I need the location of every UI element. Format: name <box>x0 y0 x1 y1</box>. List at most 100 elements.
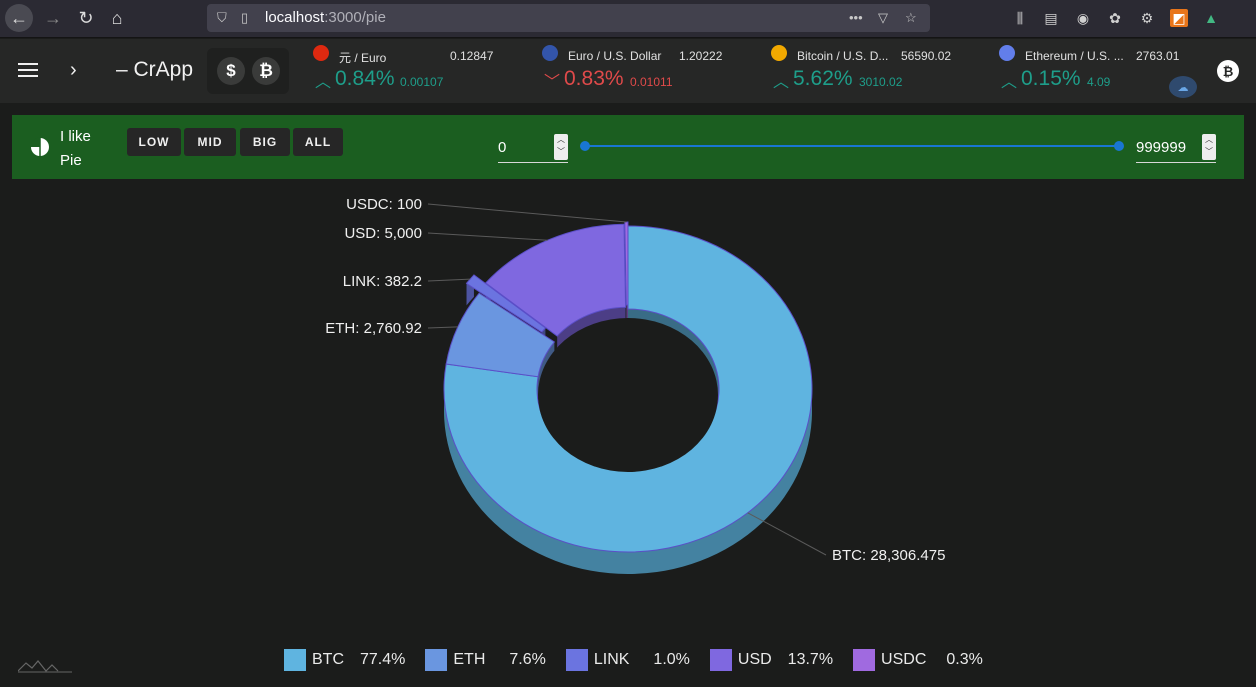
ticker-price: 2763.01 <box>1136 49 1180 63</box>
chart-logo-icon <box>18 660 72 673</box>
range-slider[interactable] <box>585 145 1119 147</box>
menu-icon[interactable] <box>18 63 38 77</box>
ticker-price: 1.20222 <box>679 49 723 63</box>
flag-icon <box>542 45 558 61</box>
legend-label: USD <box>737 651 772 668</box>
flag-icon <box>313 45 329 61</box>
shield-icon[interactable]: ⛉ <box>217 10 227 26</box>
arrow-up-icon: ︿ <box>773 74 790 91</box>
btc-coin-button[interactable]: ₿ <box>252 57 280 85</box>
cloud-icon[interactable]: ☁ <box>1169 76 1197 98</box>
url-bar[interactable]: ⛉ ▯ localhost:3000/pie ••• ▽ ☆ <box>207 4 930 32</box>
legend-swatch <box>853 649 876 671</box>
leader-line-link <box>427 278 471 282</box>
ticker-delta: 3010.02 <box>859 75 903 89</box>
extension-orange-icon[interactable]: ◩ <box>1170 9 1188 27</box>
slice-label-btc: BTC: 28,306.475 <box>832 547 945 564</box>
leader-line-eth <box>427 326 458 329</box>
legend-swatch <box>709 649 732 671</box>
leader-line-usdc <box>427 203 627 223</box>
min-value[interactable]: 0 <box>498 139 506 156</box>
ticker-pair: 元 / Euro <box>339 51 387 65</box>
arrow-up-icon: ︿ <box>315 74 332 91</box>
slider-min-handle[interactable] <box>580 141 590 151</box>
url-path: :3000/pie <box>324 9 386 26</box>
ticker-delta: 4.09 <box>1087 75 1111 89</box>
sidebar-icon[interactable]: ▤ <box>1042 9 1060 27</box>
legend-item-link[interactable]: LINK 1.0% <box>565 648 690 672</box>
reload-icon[interactable]: ↻ <box>72 4 100 32</box>
pocket-icon[interactable]: ▽ <box>878 10 888 26</box>
legend-item-eth[interactable]: ETH 7.6% <box>425 648 546 672</box>
slice-label-usdc: USDC: 100 <box>346 196 422 213</box>
vue-devtools-icon[interactable]: ▲ <box>1202 9 1220 27</box>
legend-item-usd[interactable]: USD 13.7% <box>709 648 834 672</box>
ethereum-flag-icon <box>999 45 1015 61</box>
ticker-btc-usd[interactable]: Bitcoin / U.S. D... 56590.02 ︿ 5.62% 301… <box>771 43 986 99</box>
ticker-price: 0.12847 <box>450 49 494 63</box>
legend-label: USDC <box>881 651 927 668</box>
ticker-pct: 5.62% <box>793 67 853 90</box>
slice-label-eth: ETH: 2,760.92 <box>325 320 422 337</box>
ticker-price: 56590.02 <box>901 49 952 63</box>
max-stepper-icon[interactable]: ︿ ﹀ <box>1202 134 1216 160</box>
pie-chart-area: BTC: 28,306.475 ETH: 2,760.92 LINK: 382.2 U… <box>12 179 1244 679</box>
legend-pct: 77.4% <box>360 651 406 668</box>
legend-pct: 0.3% <box>946 651 983 668</box>
back-icon[interactable]: ← <box>5 4 33 32</box>
ticker-pair: Ethereum / U.S. ... <box>1025 49 1124 63</box>
big-button[interactable]: BIG <box>240 128 290 156</box>
forward-icon[interactable]: → <box>39 4 67 32</box>
page-icon: ▯ <box>241 10 249 25</box>
slider-max-handle[interactable] <box>1114 141 1124 151</box>
ticker-pair: Bitcoin / U.S. D... <box>797 49 889 63</box>
app-header: › – CrApp $ ₿ 元 / Euro 0.12847 ︿ 0.84% 0… <box>0 39 1256 103</box>
legend-swatch <box>565 649 588 671</box>
ticker-delta: 0.00107 <box>400 75 444 89</box>
mid-button[interactable]: MID <box>184 128 236 156</box>
legend-swatch <box>425 649 448 671</box>
low-button[interactable]: LOW <box>127 128 181 156</box>
library-icon[interactable]: ⫼ <box>1011 9 1029 27</box>
more-icon[interactable]: ••• <box>849 10 863 25</box>
legend-item-usdc[interactable]: USDC 0.3% <box>853 648 983 672</box>
extension-icon[interactable]: ✿ <box>1106 9 1124 27</box>
max-value-input[interactable]: 999999 ︿ ﹀ <box>1136 134 1216 163</box>
slice-label-usd: USD: 5,000 <box>344 225 422 242</box>
filter-title: I like Pie <box>60 125 91 173</box>
account-icon[interactable]: ◉ <box>1074 9 1092 27</box>
filter-title-line1: I like <box>60 128 91 145</box>
arrow-down-icon: ﹀ <box>544 74 561 91</box>
chevron-right-icon[interactable]: › <box>70 59 77 82</box>
ticker-pct: 0.84% <box>335 67 395 90</box>
min-stepper-icon[interactable]: ︿ ﹀ <box>554 134 568 160</box>
app-brand-name: CrApp <box>133 58 194 81</box>
url-text[interactable]: localhost:3000/pie <box>265 9 386 26</box>
url-host: localhost <box>265 9 325 26</box>
legend-pct: 7.6% <box>509 651 546 668</box>
currency-switch: $ ₿ <box>207 48 289 94</box>
bitcoin-flag-icon <box>771 45 787 61</box>
ticker-pair: Euro / U.S. Dollar <box>568 49 662 63</box>
ticker-pct: 0.15% <box>1021 67 1081 90</box>
usd-coin-button[interactable]: $ <box>217 57 245 85</box>
home-icon[interactable]: ⌂ <box>103 4 131 32</box>
pie-chart-icon <box>30 137 49 156</box>
ticker-eur-usd[interactable]: Euro / U.S. Dollar 1.20222 ﹀ 0.83% 0.010… <box>542 43 757 99</box>
bitcoin-icon[interactable]: ₿ <box>1217 60 1239 82</box>
settings-gear-icon[interactable]: ⚙ <box>1138 9 1156 27</box>
legend-pct: 13.7% <box>787 651 834 668</box>
ticker-cny-eur[interactable]: 元 / Euro 0.12847 ︿ 0.84% 0.00107 <box>313 43 528 99</box>
max-value[interactable]: 999999 <box>1136 139 1186 156</box>
legend-swatch <box>284 649 306 671</box>
legend-label: ETH <box>453 651 486 668</box>
donut-hole <box>538 318 718 472</box>
chart-legend: BTC 77.4% ETH 7.6% LINK 1.0% USD 13.7% U… <box>284 648 1003 672</box>
filter-bar: I like Pie LOW MID BIG ALL 0 ︿ ﹀ 999999 ︿… <box>12 115 1244 179</box>
browser-toolbar: ← → ↻ ⌂ ⛉ ▯ localhost:3000/pie ••• ▽ ☆ ⫼… <box>0 0 1256 38</box>
bookmark-star-icon[interactable]: ☆ <box>905 10 917 26</box>
legend-item-btc[interactable]: BTC 77.4% <box>284 648 405 672</box>
ticker-delta: 0.01011 <box>630 75 673 89</box>
min-value-input[interactable]: 0 ︿ ﹀ <box>498 134 568 163</box>
all-button[interactable]: ALL <box>293 128 343 156</box>
